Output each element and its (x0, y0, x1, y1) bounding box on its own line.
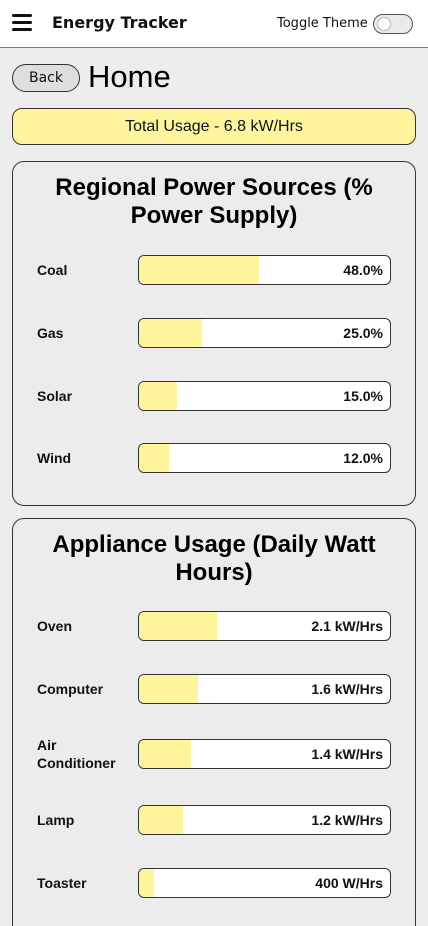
appliance-label: Air Conditioner (37, 737, 116, 771)
usage-bar: 2.1 kW/Hrs (138, 611, 391, 641)
hamburger-menu-icon[interactable] (12, 14, 32, 32)
usage-bar: 1.6 kW/Hrs (138, 674, 391, 704)
usage-value: 1.4 kW/Hrs (311, 746, 383, 762)
usage-value: 15.0% (343, 388, 383, 404)
top-app-bar: Energy Tracker Toggle Theme (0, 0, 428, 48)
usage-value: 2.1 kW/Hrs (311, 618, 383, 634)
usage-value: 1.2 kW/Hrs (311, 812, 383, 828)
card-title: Appliance Usage (Daily Watt Hours) (52, 531, 376, 586)
usage-bar: 1.4 kW/Hrs (138, 739, 391, 769)
toggle-knob (377, 17, 391, 31)
usage-bar-fill (139, 612, 217, 640)
source-label: Solar (37, 388, 73, 404)
theme-toggle-label: Toggle Theme (277, 16, 368, 31)
theme-toggle-switch[interactable] (373, 14, 413, 34)
appliance-usage-card: Appliance Usage (Daily Watt Hours) Oven … (12, 518, 416, 926)
appliance-label: Toaster (37, 875, 87, 891)
appliance-label: Oven (37, 618, 73, 634)
regional-power-sources-card: Regional Power Sources (% Power Supply) … (12, 161, 416, 506)
usage-bar: 25.0% (138, 318, 391, 348)
source-label: Wind (37, 450, 72, 466)
usage-bar-fill (139, 740, 191, 768)
total-usage-banner: Total Usage - 6.8 kW/Hrs (12, 108, 416, 145)
usage-bar-fill (139, 806, 184, 834)
usage-value: 48.0% (343, 262, 383, 278)
usage-bar: 400 W/Hrs (138, 868, 391, 898)
app-title: Energy Tracker (52, 13, 187, 32)
usage-bar-fill (139, 319, 202, 347)
card-title: Regional Power Sources (% Power Supply) (55, 174, 373, 229)
usage-bar-fill (139, 444, 170, 472)
appliance-label: Computer (37, 681, 104, 697)
usage-value: 25.0% (343, 325, 383, 341)
usage-value: 400 W/Hrs (315, 875, 383, 891)
usage-value: 12.0% (343, 450, 383, 466)
usage-bar-fill (139, 869, 154, 897)
usage-bar-fill (139, 256, 260, 284)
source-label: Coal (37, 262, 68, 278)
usage-bar-fill (139, 382, 177, 410)
usage-bar: 48.0% (138, 255, 391, 285)
page-title: Home (88, 59, 171, 94)
usage-bar: 15.0% (138, 381, 391, 411)
source-label: Gas (37, 325, 64, 341)
usage-bar: 12.0% (138, 443, 391, 473)
appliance-label: Lamp (37, 812, 75, 828)
usage-bar-fill (139, 675, 198, 703)
usage-bar: 1.2 kW/Hrs (138, 805, 391, 835)
usage-value: 1.6 kW/Hrs (311, 681, 383, 697)
back-button[interactable]: Back (12, 64, 80, 92)
